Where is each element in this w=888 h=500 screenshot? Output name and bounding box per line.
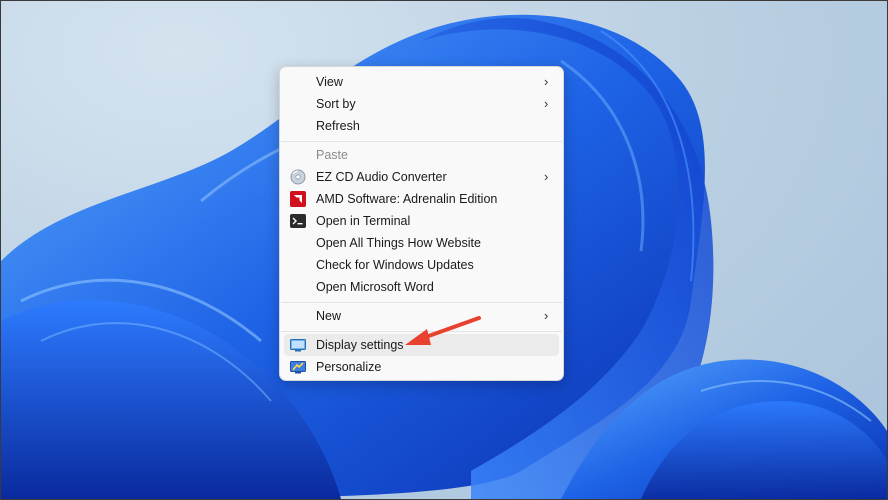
chevron-right-icon: ›: [544, 96, 549, 111]
menu-item-label: EZ CD Audio Converter: [316, 170, 447, 184]
menu-separator: [281, 302, 562, 303]
menu-item-label: Personalize: [316, 360, 382, 374]
menu-item-label: Open All Things How Website: [316, 236, 481, 250]
menu-item-open-all-things-how[interactable]: Open All Things How Website: [284, 232, 559, 254]
context-menu: View › Sort by › Refresh Paste EZ CD Aud…: [279, 66, 564, 381]
menu-item-label: Sort by: [316, 97, 356, 111]
terminal-icon: [290, 214, 306, 228]
menu-separator: [281, 331, 562, 332]
menu-item-label: AMD Software: Adrenalin Edition: [316, 192, 498, 206]
menu-item-refresh[interactable]: Refresh: [284, 115, 559, 137]
menu-item-new[interactable]: New ›: [284, 305, 559, 327]
menu-item-label: Display settings: [316, 338, 404, 352]
menu-item-paste: Paste: [284, 144, 559, 166]
menu-item-amd-software[interactable]: AMD Software: Adrenalin Edition: [284, 188, 559, 210]
amd-icon: [290, 191, 306, 207]
menu-item-label: Check for Windows Updates: [316, 258, 474, 272]
menu-item-label: Paste: [316, 148, 348, 162]
chevron-right-icon: ›: [544, 308, 549, 323]
menu-item-label: Open in Terminal: [316, 214, 411, 228]
menu-item-view[interactable]: View ›: [284, 71, 559, 93]
chevron-right-icon: ›: [544, 74, 549, 89]
menu-item-check-windows-updates[interactable]: Check for Windows Updates: [284, 254, 559, 276]
menu-separator: [281, 141, 562, 142]
menu-item-label: View: [316, 75, 343, 89]
display-icon: [290, 339, 306, 352]
menu-item-open-microsoft-word[interactable]: Open Microsoft Word: [284, 276, 559, 298]
chevron-right-icon: ›: [544, 169, 549, 184]
menu-item-label: Refresh: [316, 119, 360, 133]
menu-item-label: Open Microsoft Word: [316, 280, 434, 294]
menu-item-label: New: [316, 309, 342, 323]
cd-icon: [290, 169, 306, 185]
menu-item-personalize[interactable]: Personalize: [284, 356, 559, 378]
menu-item-display-settings[interactable]: Display settings: [284, 334, 559, 356]
personalize-icon: [290, 361, 306, 374]
menu-item-ez-cd-audio-converter[interactable]: EZ CD Audio Converter ›: [284, 166, 559, 188]
menu-item-open-in-terminal[interactable]: Open in Terminal: [284, 210, 559, 232]
desktop-wallpaper[interactable]: View › Sort by › Refresh Paste EZ CD Aud…: [0, 0, 888, 500]
menu-item-sort-by[interactable]: Sort by ›: [284, 93, 559, 115]
